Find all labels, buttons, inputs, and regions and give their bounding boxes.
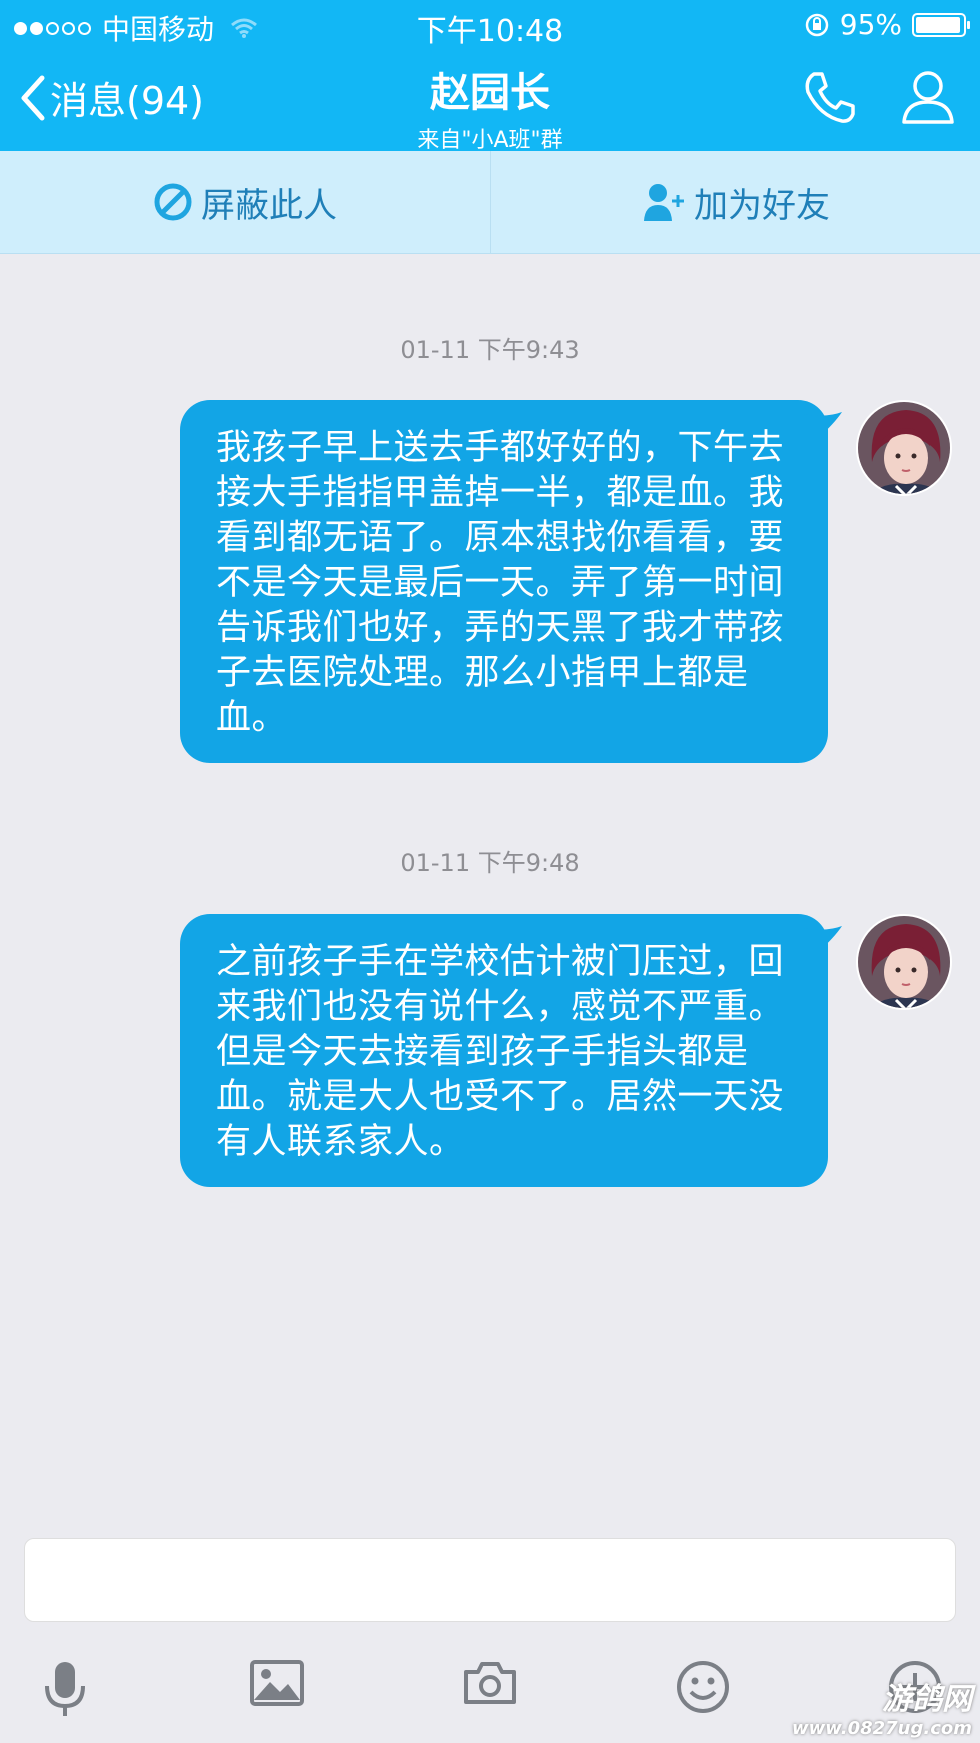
status-bar: 中国移动 下午10:48 95%: [0, 0, 980, 50]
emoji-icon[interactable]: [676, 1660, 730, 1714]
message-bubble[interactable]: 我孩子早上送去手都好好的，下午去接大手指指甲盖掉一半，都是血。我看到都无语了。原…: [180, 400, 842, 763]
battery-fill: [916, 16, 960, 33]
stranger-action-bar: 屏蔽此人 加为好友: [0, 151, 980, 254]
message-input[interactable]: [24, 1538, 956, 1622]
image-icon[interactable]: [250, 1660, 304, 1706]
message-text: 之前孩子手在学校估计被门压过，回来我们也没有说什么，感觉不严重。但是今天去接看到…: [216, 942, 785, 1162]
message-timestamp: 01-11 下午9:48: [400, 849, 580, 877]
message-text: 我孩子早上送去手都好好的，下午去接大手指指甲盖掉一半，都是血。我看到都无语了。原…: [216, 428, 785, 738]
message-bubble[interactable]: 之前孩子手在学校估计被门压过，回来我们也没有说什么，感觉不严重。但是今天去接看到…: [180, 914, 842, 1187]
input-area: 游鸽网 www.0827ug.com: [0, 1520, 980, 1743]
orientation-lock-icon: [805, 13, 829, 36]
camera-icon[interactable]: [462, 1660, 518, 1706]
avatar[interactable]: [856, 914, 952, 1010]
avatar-image: [858, 916, 950, 1008]
bubble-tail: [804, 412, 842, 438]
battery-icon: [912, 12, 970, 37]
contact-icon[interactable]: [900, 68, 956, 126]
top-bar: 中国移动 下午10:48 95% 消息(94) 赵园长 来自"小A班"群: [0, 0, 980, 153]
block-user-label: 屏蔽此人: [201, 185, 337, 226]
bubble-tail: [804, 926, 842, 952]
battery-percent: 95%: [839, 8, 902, 41]
message-timestamp: 01-11 下午9:43: [400, 336, 580, 364]
watermark-title: 游鸽网: [882, 1682, 972, 1717]
microphone-icon[interactable]: [40, 1660, 90, 1720]
status-right: 95%: [804, 8, 970, 41]
page-subtitle: 来自"小A班"群: [417, 128, 563, 153]
block-icon: [154, 183, 192, 221]
add-friend-label: 加为好友: [694, 185, 830, 226]
block-user-button[interactable]: 屏蔽此人: [0, 151, 490, 253]
avatar[interactable]: [856, 400, 952, 496]
watermark-url: www.0827ug.com: [792, 1718, 972, 1739]
watermark: 游鸽网 www.0827ug.com: [792, 1674, 972, 1739]
avatar-image: [858, 402, 950, 494]
navigation-bar: 消息(94) 赵园长 来自"小A班"群: [0, 52, 980, 153]
phone-icon[interactable]: [800, 68, 858, 126]
add-friend-button[interactable]: 加为好友: [491, 151, 980, 253]
add-friend-icon: [644, 184, 684, 221]
